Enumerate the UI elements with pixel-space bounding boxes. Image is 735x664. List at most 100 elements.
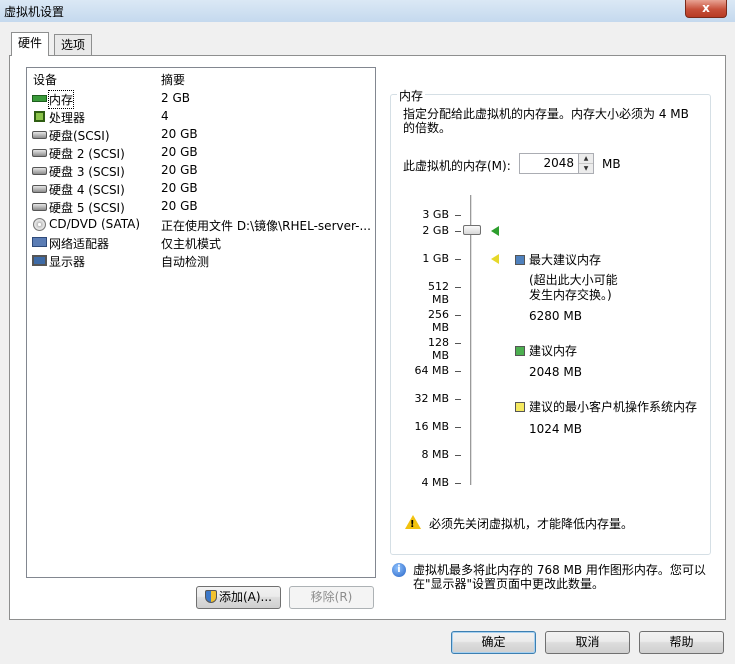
slider-tick-mark bbox=[455, 399, 461, 400]
hard-disk-icon bbox=[32, 131, 47, 139]
device-row-processor[interactable]: 处理器 4 bbox=[29, 108, 374, 126]
ok-button[interactable]: 确定 bbox=[451, 631, 536, 654]
memory-size-spinner: ▲ ▼ bbox=[579, 153, 594, 174]
memory-group: 内存 指定分配给此虚拟机的内存量。内存大小必须为 4 MB 的倍数。 此虚拟机的… bbox=[390, 87, 711, 555]
max-recommended-value: 6280 MB bbox=[529, 309, 582, 323]
device-summary: 20 GB bbox=[161, 145, 198, 159]
memory-group-title: 内存 bbox=[397, 87, 426, 104]
slider-tick-label: 1 GB bbox=[422, 252, 449, 265]
max-recommended-note: 发生内存交换。) bbox=[529, 288, 612, 302]
slider-tick-label: 32 MB bbox=[414, 392, 449, 405]
minimum-title: 建议的最小客户机操作系统内存 bbox=[529, 400, 698, 414]
device-summary: 正在使用文件 D:\镜像\RHEL-server-... bbox=[161, 219, 371, 233]
device-row-hard-disk-1[interactable]: 硬盘(SCSI) 20 GB bbox=[29, 126, 374, 144]
slider-tick-mark bbox=[455, 287, 461, 288]
device-name: 网络适配器 bbox=[49, 237, 110, 251]
device-list-header: 设备 摘要 bbox=[27, 68, 375, 88]
device-row-hard-disk-2[interactable]: 硬盘 2 (SCSI) 20 GB bbox=[29, 144, 374, 162]
add-device-label: 添加(A)... bbox=[218, 590, 273, 604]
add-device-button[interactable]: 添加(A)... bbox=[196, 586, 281, 609]
device-name: 硬盘(SCSI) bbox=[49, 129, 110, 143]
processor-icon bbox=[34, 111, 45, 122]
memory-unit-label: MB bbox=[602, 157, 621, 171]
cancel-button[interactable]: 取消 bbox=[545, 631, 630, 654]
device-summary: 2 GB bbox=[161, 91, 190, 105]
memory-size-input[interactable]: 2048 bbox=[519, 153, 579, 174]
device-name: 硬盘 2 (SCSI) bbox=[49, 147, 125, 161]
spin-down-arrow-icon[interactable]: ▼ bbox=[579, 164, 593, 174]
slider-tick-label: 4 MB bbox=[421, 476, 449, 489]
slider-tick-label: 128 MB bbox=[428, 336, 449, 362]
device-row-memory[interactable]: 内存 2 GB bbox=[29, 90, 374, 109]
device-name: 硬盘 5 (SCSI) bbox=[49, 201, 125, 215]
minimum-legend-icon bbox=[515, 402, 525, 412]
shield-icon bbox=[204, 590, 217, 603]
recommended-legend-icon bbox=[515, 346, 525, 356]
memory-description: 指定分配给此虚拟机的内存量。内存大小必须为 4 MB 的倍数。 bbox=[403, 107, 689, 135]
slider-tick-mark bbox=[455, 215, 461, 216]
memory-slider-track[interactable] bbox=[470, 195, 473, 485]
slider-tick-label: 64 MB bbox=[414, 364, 449, 377]
recommended-marker-icon bbox=[491, 226, 499, 236]
device-row-network-adapter[interactable]: 网络适配器 仅主机模式 bbox=[29, 234, 374, 252]
device-row-hard-disk-4[interactable]: 硬盘 4 (SCSI) 20 GB bbox=[29, 180, 374, 198]
close-button[interactable]: x bbox=[685, 0, 727, 18]
memory-slider-thumb[interactable] bbox=[463, 225, 481, 235]
memory-field-label: 此虚拟机的内存(M): bbox=[403, 159, 511, 173]
max-recommended-legend-icon bbox=[515, 255, 525, 265]
slider-tick-label: 8 MB bbox=[421, 448, 449, 461]
warning-text: 必须先关闭虚拟机，才能降低内存量。 bbox=[429, 517, 634, 531]
tab-options[interactable]: 选项 bbox=[54, 34, 93, 56]
minimum-value: 1024 MB bbox=[529, 422, 582, 436]
cd-dvd-icon bbox=[33, 218, 46, 231]
remove-device-button[interactable]: 移除(R) bbox=[289, 586, 374, 609]
device-summary: 20 GB bbox=[161, 127, 198, 141]
slider-tick-label: 2 GB bbox=[422, 224, 449, 237]
hard-disk-icon bbox=[32, 167, 47, 175]
slider-tick-mark bbox=[455, 231, 461, 232]
max-recommended-note: (超出此大小可能 bbox=[529, 273, 618, 287]
column-header-summary[interactable]: 摘要 bbox=[161, 71, 185, 88]
max-recommended-title: 最大建议内存 bbox=[529, 253, 602, 267]
title-bar: 虚拟机设置 x bbox=[0, 0, 735, 22]
dialog-body: 硬件 选项 设备 摘要 内存 2 GB 处理器 4 硬盘(SCSI) 20 GB bbox=[0, 22, 735, 664]
warning-exclamation-icon: ! bbox=[410, 519, 415, 530]
hard-disk-icon bbox=[32, 203, 47, 211]
device-list[interactable]: 设备 摘要 内存 2 GB 处理器 4 硬盘(SCSI) 20 GB 硬盘 2 … bbox=[26, 67, 376, 578]
device-name: CD/DVD (SATA) bbox=[49, 217, 141, 231]
tab-hardware[interactable]: 硬件 bbox=[11, 32, 50, 56]
slider-tick-label: 256 MB bbox=[428, 308, 449, 334]
graphics-memory-note: 虚拟机最多将此内存的 768 MB 用作图形内存。您可以在"显示器"设置页面中更… bbox=[413, 563, 706, 591]
device-row-hard-disk-5[interactable]: 硬盘 5 (SCSI) 20 GB bbox=[29, 198, 374, 216]
recommended-title: 建议内存 bbox=[529, 344, 578, 358]
display-icon bbox=[32, 255, 47, 266]
device-name: 处理器 bbox=[49, 111, 86, 125]
column-header-device[interactable]: 设备 bbox=[33, 71, 57, 88]
slider-tick-mark bbox=[455, 371, 461, 372]
device-summary: 自动检测 bbox=[161, 255, 210, 269]
device-name: 内存 bbox=[47, 90, 75, 109]
device-summary: 仅主机模式 bbox=[161, 237, 222, 251]
device-name: 硬盘 4 (SCSI) bbox=[49, 183, 125, 197]
device-row-hard-disk-3[interactable]: 硬盘 3 (SCSI) 20 GB bbox=[29, 162, 374, 180]
slider-tick-mark bbox=[455, 315, 461, 316]
device-name: 硬盘 3 (SCSI) bbox=[49, 165, 125, 179]
hard-disk-icon bbox=[32, 185, 47, 193]
hard-disk-icon bbox=[32, 149, 47, 157]
slider-tick-label: 512 MB bbox=[428, 280, 449, 306]
device-row-display[interactable]: 显示器 自动检测 bbox=[29, 252, 374, 270]
recommended-value: 2048 MB bbox=[529, 365, 582, 379]
device-name: 显示器 bbox=[49, 255, 86, 269]
memory-icon bbox=[32, 95, 47, 102]
slider-tick-mark bbox=[455, 483, 461, 484]
slider-tick-mark bbox=[455, 259, 461, 260]
device-summary: 4 bbox=[161, 109, 169, 123]
help-button[interactable]: 帮助 bbox=[639, 631, 724, 654]
slider-tick-label: 3 GB bbox=[422, 208, 449, 221]
info-icon: i bbox=[392, 563, 406, 577]
minimum-marker-icon bbox=[491, 254, 499, 264]
device-summary: 20 GB bbox=[161, 199, 198, 213]
device-row-cd-dvd[interactable]: CD/DVD (SATA) 正在使用文件 D:\镜像\RHEL-server-.… bbox=[29, 216, 374, 234]
slider-tick-mark bbox=[455, 427, 461, 428]
spin-up-arrow-icon[interactable]: ▲ bbox=[579, 154, 593, 164]
